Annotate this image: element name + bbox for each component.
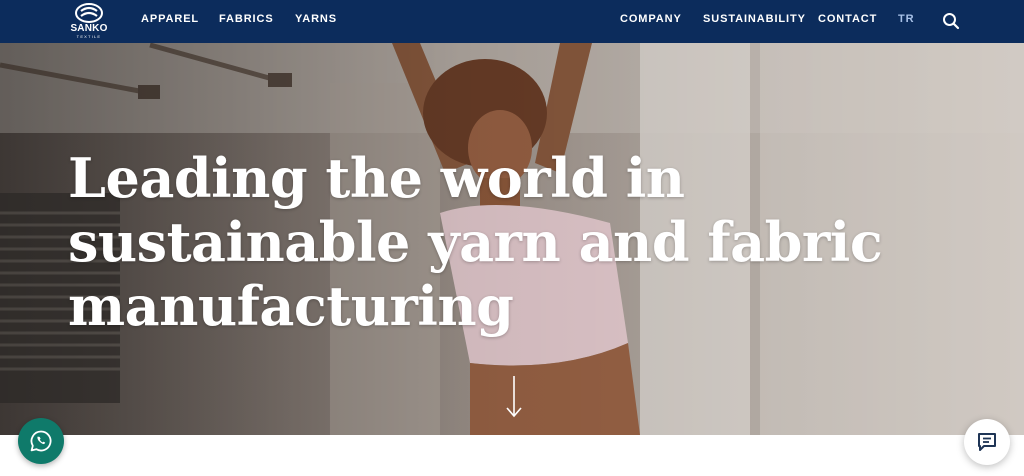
- logo-mark-icon: [75, 3, 103, 23]
- nav-link-fabrics[interactable]: FABRICS: [219, 13, 274, 25]
- hero-headline-line-3: manufacturing: [68, 274, 514, 338]
- search-icon: [943, 13, 960, 30]
- live-chat-button[interactable]: [964, 419, 1010, 465]
- sanko-textile-logo[interactable]: SANKO TEXTILE: [68, 3, 110, 41]
- arrow-down-icon: [506, 376, 522, 418]
- hero-headline: Leading the world in sustainable yarn an…: [68, 146, 948, 338]
- hero-headline-line-1: Leading the world in: [68, 146, 685, 210]
- nav-link-company[interactable]: COMPANY: [620, 13, 682, 25]
- search-button[interactable]: [941, 11, 961, 31]
- nav-link-sustainability[interactable]: SUSTAINABILITY: [703, 13, 806, 25]
- chat-icon: [978, 433, 996, 451]
- whatsapp-button[interactable]: [18, 418, 64, 464]
- top-navigation-bar: SANKO TEXTILE APPAREL FABRICS YARNS COMP…: [0, 0, 1024, 43]
- scroll-down-button[interactable]: [505, 375, 523, 424]
- hero-banner: Leading the world in sustainable yarn an…: [0, 43, 1024, 435]
- nav-link-yarns[interactable]: YARNS: [295, 13, 337, 25]
- nav-link-apparel[interactable]: APPAREL: [141, 13, 199, 25]
- logo-wordmark: SANKO: [70, 23, 108, 34]
- whatsapp-icon: [30, 430, 52, 452]
- language-switch-tr[interactable]: TR: [898, 13, 914, 25]
- logo-subtitle: TEXTILE: [76, 34, 102, 39]
- hero-headline-line-2: sustainable yarn and fabric: [68, 210, 883, 274]
- nav-link-contact[interactable]: CONTACT: [818, 13, 877, 25]
